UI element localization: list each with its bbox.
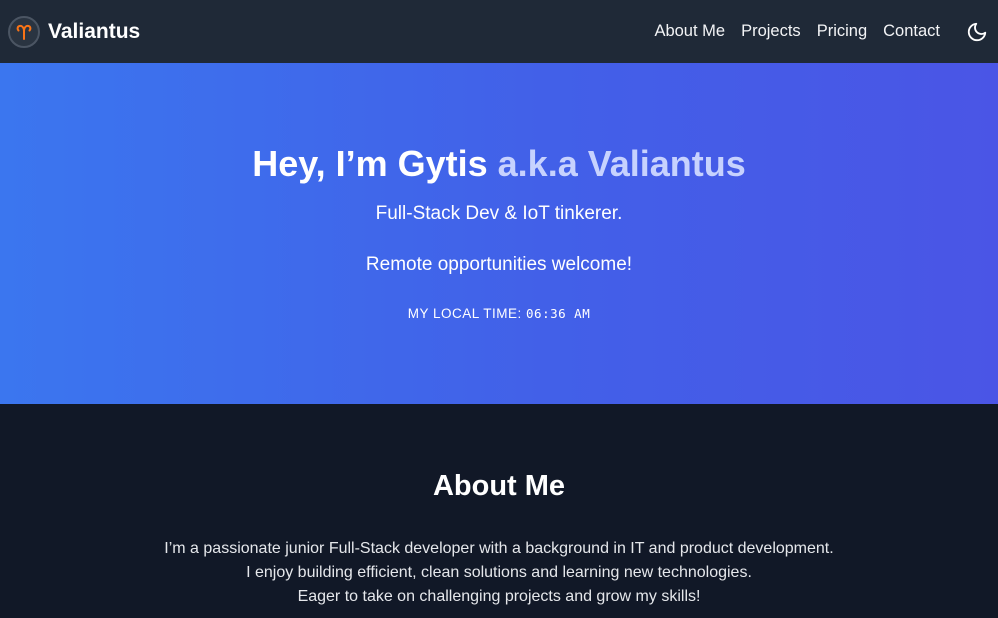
nav-links: About Me Projects Pricing Contact xyxy=(638,19,990,45)
about-section: About Me I’m a passionate junior Full-St… xyxy=(0,404,998,618)
local-time-value: 06:36 AM xyxy=(526,306,591,321)
about-line: I’m a passionate junior Full-Stack devel… xyxy=(164,540,834,557)
local-time: MY LOCAL TIME: 06:36 AM xyxy=(0,305,998,323)
aries-icon xyxy=(8,15,40,48)
about-line: I enjoy building efficient, clean soluti… xyxy=(246,564,752,581)
hero-section: Hey, I’m Gytis a.k.a Valiantus Full-Stac… xyxy=(0,63,998,404)
navbar: Valiantus About Me Projects Pricing Cont… xyxy=(0,0,998,63)
about-line: Eager to take on challenging projects an… xyxy=(297,588,701,605)
hero-title-main: Hey, I’m Gytis xyxy=(252,143,488,184)
local-time-label: MY LOCAL TIME: xyxy=(407,306,522,321)
hero-subtitle: Full-Stack Dev & IoT tinkerer. xyxy=(375,203,623,224)
nav-link-pricing[interactable]: Pricing xyxy=(817,22,867,41)
hero-remote-note: Remote opportunities welcome! xyxy=(365,254,633,275)
hero-title-alias: a.k.a Valiantus xyxy=(497,143,746,184)
nav-link-about[interactable]: About Me xyxy=(654,22,725,41)
hero-title: Hey, I’m Gytis a.k.a Valiantus xyxy=(0,143,998,185)
theme-toggle-button[interactable] xyxy=(964,19,990,45)
moon-icon xyxy=(967,22,987,41)
nav-link-contact[interactable]: Contact xyxy=(883,22,940,41)
brand-name: Valiantus xyxy=(48,19,141,43)
nav-link-projects[interactable]: Projects xyxy=(741,22,801,41)
about-title: About Me xyxy=(432,470,566,502)
about-text: I’m a passionate junior Full-Stack devel… xyxy=(0,537,998,609)
brand[interactable]: Valiantus xyxy=(8,15,141,48)
